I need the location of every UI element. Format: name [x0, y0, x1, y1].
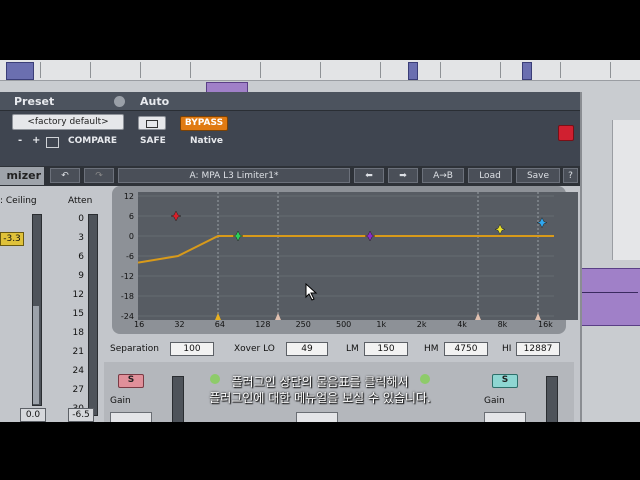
band-marker-green — [232, 230, 244, 242]
preset-menu-icon[interactable] — [114, 96, 125, 107]
x-tick-label: 4k — [457, 320, 467, 329]
track-area — [612, 120, 640, 260]
preset-dropdown[interactable]: <factory default> — [12, 114, 124, 130]
y-tick-label: -18 — [120, 292, 134, 301]
band4-gain-field[interactable] — [484, 412, 526, 422]
x-tick-label: 250 — [295, 320, 311, 329]
copy-settings-icon[interactable] — [46, 137, 59, 148]
xover-lo-field[interactable]: 49 — [286, 342, 328, 356]
atten-scale-label: 15 — [72, 309, 84, 319]
hi-label: HI — [502, 344, 512, 354]
ceiling-value[interactable]: -3.3 — [0, 232, 24, 246]
lm-label: LM — [346, 344, 359, 354]
band-marker-purple — [364, 230, 376, 242]
x-axis: 16 32 64 128 250 500 1k 2k 4k 8k 16k — [134, 320, 554, 332]
x-tick-label: 16 — [134, 320, 145, 329]
atten-scale-label: 21 — [72, 347, 84, 357]
previous-setting-button[interactable]: - — [18, 135, 22, 146]
atten-scale-label: 6 — [78, 252, 84, 262]
mouse-cursor-icon — [305, 283, 318, 301]
x-tick-label: 1k — [376, 320, 387, 329]
save-button[interactable]: Save — [516, 168, 560, 183]
plugin-name: mizer — [0, 167, 44, 185]
plugin-header: Preset Auto <factory default> - + COMPAR… — [0, 92, 580, 166]
x-tick-label: 128 — [255, 320, 271, 329]
atten-scale-label: 18 — [72, 328, 84, 338]
native-label: Native — [190, 136, 223, 146]
x-tick-label: 16k — [538, 320, 553, 329]
letterbox-bottom — [0, 422, 640, 480]
next-setting-button[interactable]: + — [32, 135, 40, 146]
help-icon[interactable]: ? — [563, 168, 578, 183]
atten-scale-label: 12 — [72, 290, 84, 300]
copy-a-to-b-button[interactable]: A→B — [422, 168, 464, 183]
safe-button[interactable]: SAFE — [140, 136, 166, 146]
compare-button[interactable]: COMPARE — [68, 136, 117, 146]
x-tick-label: 8k — [497, 320, 508, 329]
y-tick-label: -6 — [126, 252, 134, 261]
x-tick-label: 32 — [174, 320, 185, 329]
atten-scale-label: 3 — [78, 233, 84, 243]
band-marker-yellow — [494, 223, 506, 235]
audio-clip[interactable] — [580, 268, 640, 326]
atten-scale-label: 9 — [78, 271, 84, 281]
audio-clip[interactable] — [6, 62, 34, 80]
y-tick-label: 6 — [128, 212, 134, 221]
band1-gain-field[interactable] — [110, 412, 152, 422]
y-tick-label: 12 — [123, 192, 134, 201]
y-axis: 12 6 0 -6 -12 -18 -24 — [116, 192, 134, 321]
eq-graph-canvas[interactable] — [137, 192, 554, 320]
audio-clip[interactable] — [522, 62, 532, 80]
separation-field[interactable]: 100 — [170, 342, 214, 356]
undo-icon[interactable]: ↶ — [50, 168, 80, 183]
y-tick-label: -24 — [120, 312, 134, 321]
plugin-toolbar: mizer ↶ ↷ A: MPA L3 Limiter1* ⬅ ➡ A→B Lo… — [0, 166, 580, 186]
band-marker-blue — [536, 217, 548, 229]
x-tick-label: 2k — [416, 320, 427, 329]
load-button[interactable]: Load — [468, 168, 512, 183]
subtitle: 플러그인 상단의 물음표를 클릭해서 플러그인에 대한 메뉴얼을 보실 수 있습… — [0, 374, 640, 406]
band-marker-red — [170, 210, 182, 222]
automation-label: Auto — [140, 95, 170, 108]
atten-label: Atten — [68, 196, 93, 206]
subtitle-line-1: 플러그인 상단의 물음표를 클릭해서 — [231, 375, 409, 389]
subtitle-line-2: 플러그인에 대한 메뉴얼을 보실 수 있습니다. — [209, 391, 431, 405]
band2-gain-field[interactable] — [296, 412, 338, 422]
y-tick-label: -12 — [120, 272, 134, 281]
previous-preset-icon[interactable]: ⬅ — [354, 168, 384, 183]
preset-label: Preset — [14, 95, 55, 108]
separation-label: Separation — [110, 344, 159, 354]
hm-field[interactable]: 4750 — [444, 342, 488, 356]
output-value: 0.0 — [20, 408, 46, 422]
bypass-button[interactable]: BYPASS — [180, 116, 228, 131]
x-tick-label: 500 — [336, 320, 352, 329]
preset-name-field[interactable]: A: MPA L3 Limiter1* — [118, 168, 350, 183]
hi-field[interactable]: 12887 — [516, 342, 560, 356]
eq-graph-frame: 12 6 0 -6 -12 -18 -24 16 32 64 128 250 500 1k 2k 4k 8k 1… — [112, 186, 578, 334]
clip-indicator-icon[interactable] — [558, 125, 574, 141]
atten-value: -6.5 — [68, 408, 94, 422]
hm-label: HM — [424, 344, 439, 354]
ceiling-label: : Ceiling — [0, 196, 37, 206]
plugin-window: Preset Auto <factory default> - + COMPAR… — [0, 92, 582, 422]
redo-icon[interactable]: ↷ — [84, 168, 114, 183]
audio-clip[interactable] — [408, 62, 418, 80]
automation-button[interactable] — [138, 116, 166, 130]
eq-graph[interactable] — [137, 192, 578, 320]
x-tick-label: 64 — [214, 320, 225, 329]
next-preset-icon[interactable]: ➡ — [388, 168, 418, 183]
y-tick-label: 0 — [128, 232, 134, 241]
lm-field[interactable]: 150 — [364, 342, 408, 356]
eq-curve — [137, 235, 554, 264]
timeline-ruler[interactable] — [0, 60, 640, 81]
xover-lo-label: Xover LO — [234, 344, 275, 354]
atten-scale-label: 0 — [78, 214, 84, 224]
